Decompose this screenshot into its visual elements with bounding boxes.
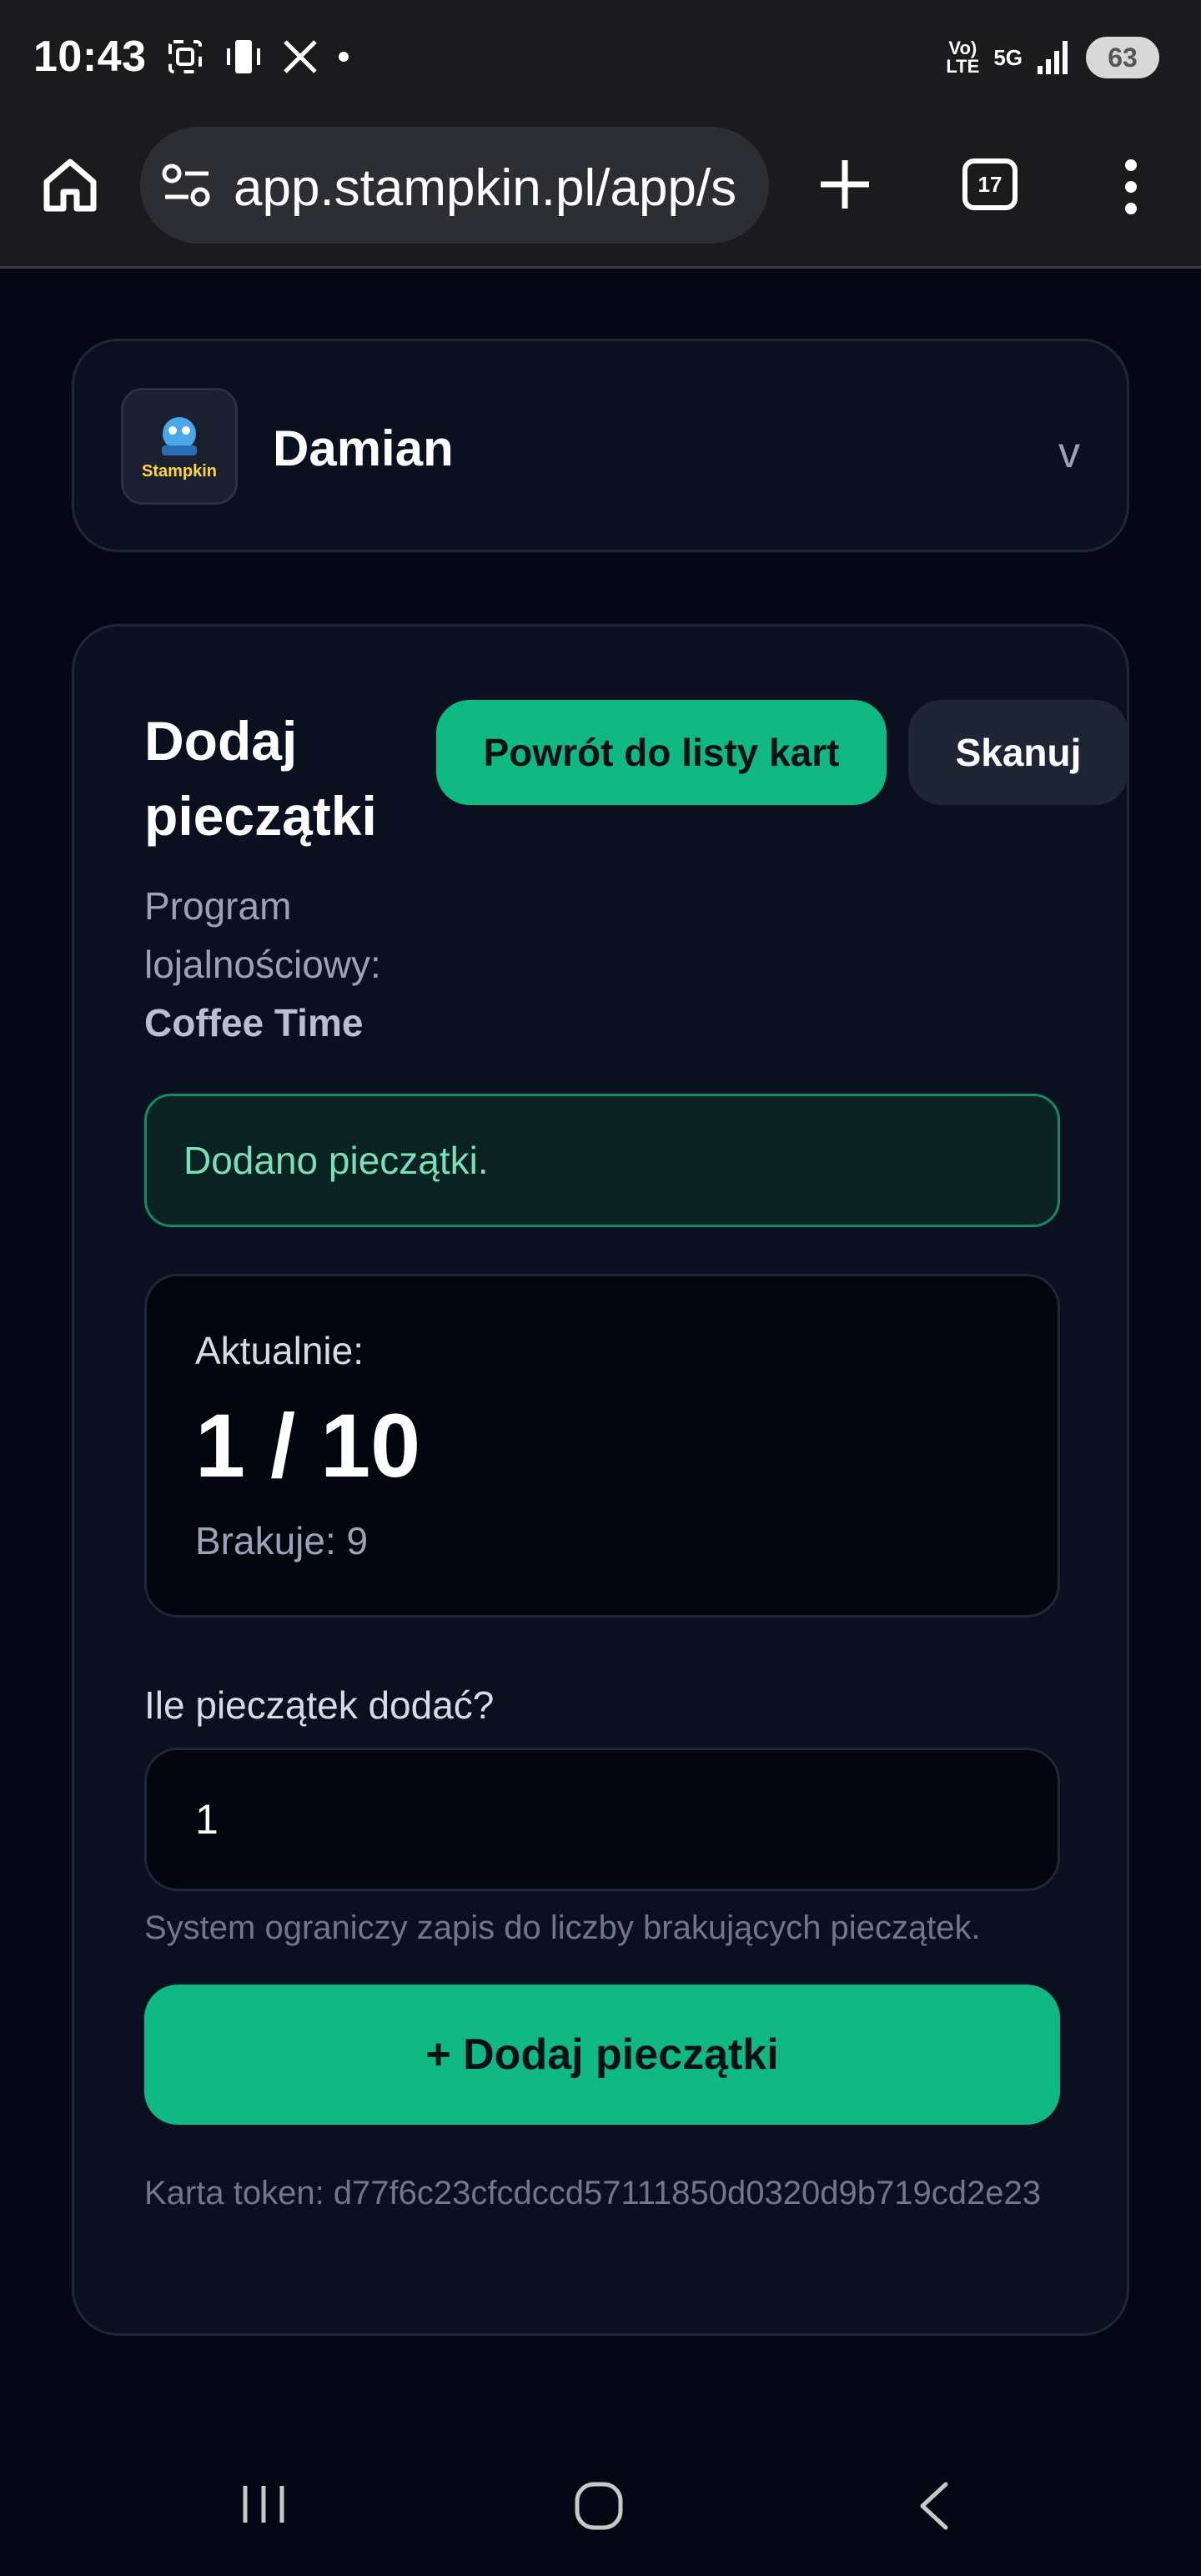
quantity-label: Ile pieczątek dodać? [144, 1683, 495, 1727]
clock: 10:43 [33, 33, 147, 81]
card-token: Karta token: d77f6c23cfcdccd57111850d032… [144, 2175, 1041, 2211]
program-label: Program lojalnościowy: [144, 884, 381, 986]
more-menu-icon[interactable] [1118, 157, 1144, 217]
notification-icons [165, 37, 350, 77]
avatar-text: Stampkin [141, 461, 218, 480]
signal-icon [1038, 41, 1068, 74]
add-stamps-button[interactable]: + Dodaj pieczątki [144, 1985, 1060, 2125]
page-title: Dodaj pieczątki [144, 710, 377, 847]
browser-toolbar: app.stampkin.pl/app/s 17 [0, 117, 1201, 269]
url-text: app.stampkin.pl/app/s [234, 159, 737, 217]
missing-count: Brakuje: 9 [195, 1519, 369, 1562]
program-info: Program lojalnościowy: Coffee Time [144, 877, 428, 1052]
phone-vibrate-icon [227, 40, 260, 73]
volte-indicator: Vo) LTE [946, 38, 980, 77]
status-bar: 10:43 Vo) LTE 5G 63 [0, 0, 1201, 117]
tab-switcher[interactable]: 17 [962, 158, 1018, 210]
dot-icon [339, 52, 349, 62]
scan-button[interactable]: Skanuj [908, 700, 1128, 805]
screenshot-icon [168, 40, 202, 73]
back-icon[interactable] [914, 2479, 954, 2533]
chevron-down-icon[interactable]: v [1058, 428, 1080, 478]
back-to-cards-button[interactable]: Powrót do listy kart [436, 700, 887, 805]
program-name: Coffee Time [144, 1001, 364, 1044]
current-label: Aktualnie: [195, 1329, 364, 1372]
site-settings-icon[interactable] [160, 160, 214, 210]
avatar: Stampkin [121, 388, 238, 505]
app-screen: 10:43 Vo) LTE 5G 63 app.stampkin.pl/app/… [0, 0, 1201, 2576]
stamp-status-box: Aktualnie: 1 / 10 Brakuje: 9 [144, 1274, 1060, 1618]
success-alert: Dodano pieczątki. [144, 1094, 1060, 1227]
stamp-count: 1 / 10 [195, 1395, 421, 1496]
profile-name: Damian [273, 420, 454, 476]
home-icon[interactable] [38, 153, 102, 217]
recent-apps-icon[interactable] [240, 2483, 287, 2526]
add-stamps-card: Dodaj pieczątki Powrót do listy kart Ska… [72, 624, 1129, 2336]
quantity-input[interactable] [144, 1748, 1060, 1891]
5g-indicator: 5G [993, 45, 1023, 70]
battery-indicator: 63 [1086, 37, 1159, 78]
profile-switcher[interactable]: Stampkin Damian v [72, 339, 1129, 552]
system-nav-bar [0, 2453, 1201, 2576]
stampkin-logo-icon [162, 416, 197, 455]
system-indicators: Vo) LTE 5G 63 [943, 37, 1159, 78]
new-tab-icon[interactable] [816, 155, 874, 214]
x-app-icon [284, 40, 317, 73]
home-button-icon[interactable] [572, 2479, 626, 2533]
quantity-hint: System ograniczy zapis do liczby brakują… [144, 1909, 981, 1946]
address-bar[interactable]: app.stampkin.pl/app/s [140, 127, 769, 244]
